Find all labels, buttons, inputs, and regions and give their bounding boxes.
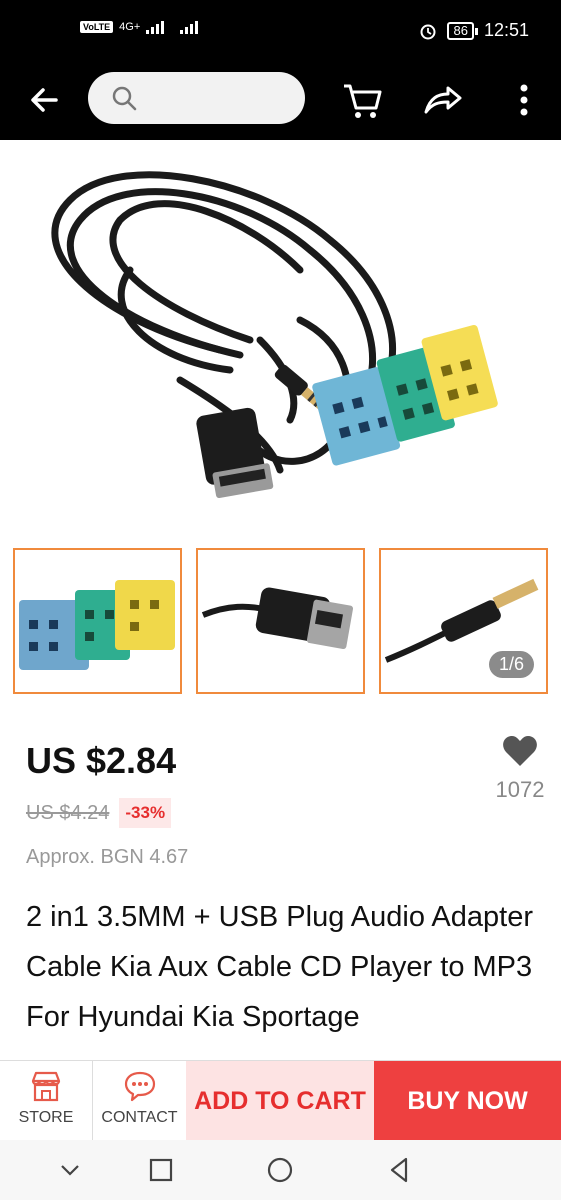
store-label: STORE [18,1109,74,1126]
thumbnail-1[interactable] [13,548,182,694]
product-price: US $2.84 [26,740,177,781]
contact-label: CONTACT [101,1109,178,1126]
product-main-image[interactable] [0,140,561,540]
product-title: 2 in1 3.5MM + USB Plug Audio Adapter Cab… [26,901,534,1033]
clock: 12:51 [483,20,529,40]
store-icon [31,1071,61,1102]
thumbnail-3[interactable]: 1/6 [379,548,548,694]
more-vertical-icon[interactable] [502,78,546,122]
signal-bars-icon [146,20,165,34]
gallery-counter: 1/6 [488,651,534,678]
signal-indicators: VoLTE 4G+ [80,20,199,34]
system-nav-bar [0,1140,561,1200]
share-icon[interactable] [420,78,464,122]
chat-icon [124,1071,155,1102]
wishlist-count: 1072 [495,777,545,802]
status-right: 86 12:51 [419,20,529,41]
battery-indicator: 86 [447,21,479,40]
top-nav [0,64,561,140]
thumbnail-2[interactable] [196,548,365,694]
home-icon[interactable] [264,1154,296,1186]
status-bar: VoLTE 4G+ 86 12:51 [0,0,561,64]
thumbnail-strip: 1/6 [0,548,561,694]
original-price: US $4.24 [26,801,110,824]
cart-icon[interactable] [340,78,384,122]
add-to-cart-button[interactable]: ADD TO CART [186,1061,374,1141]
heart-icon [503,736,537,766]
network-type: 4G+ [119,21,141,33]
search-input[interactable] [88,72,305,124]
alarm-icon [420,24,436,39]
contact-button[interactable]: CONTACT [93,1061,186,1141]
cable-illustration [51,171,498,499]
store-button[interactable]: STORE [0,1061,93,1141]
old-price-row: US $4.24 -33% [26,798,172,828]
action-bar: STORE CONTACT ADD TO CART BUY NOW [0,1060,561,1141]
wishlist-button[interactable]: 1072 [490,734,550,803]
buy-now-button[interactable]: BUY NOW [374,1061,561,1141]
signal-bars-2-icon [180,20,199,34]
discount-badge: -33% [119,798,172,828]
system-back-icon[interactable] [384,1154,416,1186]
approx-price: Approx. BGN 4.67 [26,846,189,868]
chevron-down-icon[interactable] [54,1154,86,1186]
recent-apps-icon[interactable] [145,1154,177,1186]
arrow-left-icon[interactable] [26,82,62,118]
volte-badge: VoLTE [80,21,114,33]
search-icon [112,86,137,111]
